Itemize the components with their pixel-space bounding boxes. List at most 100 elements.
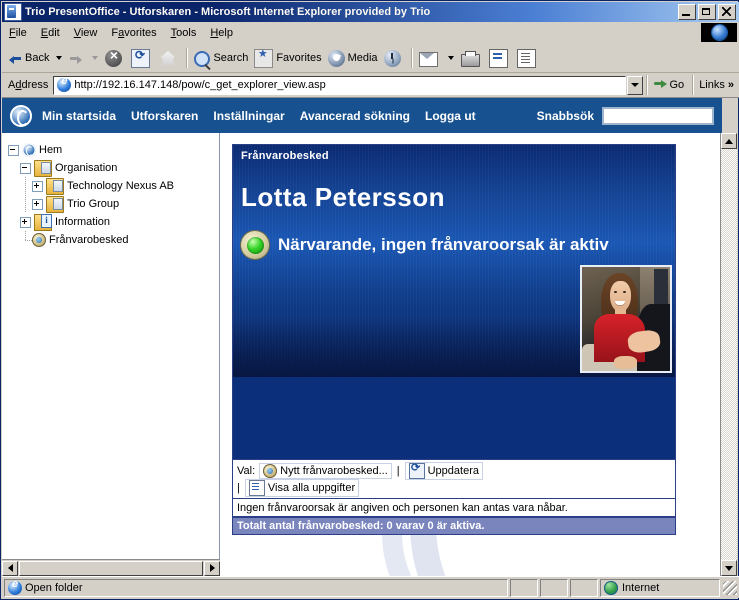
tree-node-franvarobesked[interactable]: Frånvarobesked — [8, 231, 219, 249]
mail-button[interactable] — [416, 46, 444, 70]
navigation-toolbar: Back Search Favorites Media — [2, 44, 739, 73]
history-button[interactable] — [381, 46, 407, 70]
folder-org-icon — [46, 177, 64, 195]
nav-item-utforskaren[interactable]: Utforskaren — [131, 109, 198, 123]
folder-info-icon — [34, 213, 52, 231]
expander-plus-icon[interactable] — [32, 180, 43, 192]
tree-node-label: Information — [55, 216, 111, 228]
expander-plus-icon[interactable] — [32, 198, 43, 210]
status-led-icon — [241, 231, 269, 259]
update-action[interactable]: Uppdatera — [404, 461, 483, 480]
new-absence-action[interactable]: Nytt frånvarobesked... — [259, 462, 392, 479]
window-controls — [678, 4, 739, 20]
minimize-button[interactable] — [678, 4, 696, 20]
go-button[interactable]: Go — [650, 75, 690, 96]
page-icon — [57, 75, 72, 92]
menu-item-file[interactable]: FFileile — [2, 25, 34, 41]
menu-bar: FFileile Edit View Favorites Tools Help — [2, 22, 739, 45]
tree-node-trio-group[interactable]: Trio Group — [8, 195, 219, 213]
security-zone-label: Internet — [622, 581, 660, 594]
forward-icon — [69, 53, 83, 64]
status-message-cell: Open folder — [4, 578, 508, 597]
tree-node-technology-nexus-ab[interactable]: Technology Nexus AB — [8, 177, 219, 195]
ie-brand-logo — [701, 23, 737, 42]
tree-horizontal-scrollbar[interactable] — [2, 559, 220, 576]
menu-item-tools[interactable]: Tools — [164, 25, 204, 41]
show-all-details-action[interactable]: Visa alla uppgifter — [244, 478, 360, 497]
explorer-tree-pane: Hem Organisation Technology Nexus AB Tri… — [2, 133, 220, 576]
details-icon — [248, 479, 265, 496]
tree-node-label: Trio Group — [67, 198, 120, 210]
back-label: Back — [25, 52, 50, 64]
tree-node-label: Frånvarobesked — [49, 234, 129, 246]
links-label: Links — [699, 79, 725, 91]
address-label: Address — [8, 79, 49, 91]
trio-logo-icon — [10, 104, 32, 127]
edit-button[interactable] — [486, 46, 514, 70]
menu-item-favorites[interactable]: Favorites — [104, 25, 163, 41]
search-button[interactable]: Search — [191, 46, 251, 70]
home-button[interactable] — [156, 46, 182, 70]
maximize-button[interactable] — [698, 4, 716, 20]
forward-dropdown-icon[interactable] — [92, 56, 99, 60]
stop-icon — [105, 47, 123, 67]
search-label: Search — [213, 52, 249, 64]
links-button[interactable]: Links » — [696, 79, 737, 91]
folder-org-icon — [46, 195, 64, 213]
folder-org-icon — [34, 159, 52, 177]
nav-item-installningar[interactable]: Inställningar — [213, 109, 284, 123]
nav-item-min-startsida[interactable]: Min startsida — [42, 109, 116, 123]
absence-info-text: Ingen frånvaroorsak är angiven och perso… — [232, 498, 676, 517]
back-button[interactable]: Back — [6, 46, 52, 70]
scroll-track[interactable] — [721, 149, 737, 560]
refresh-icon — [131, 48, 151, 68]
media-button[interactable]: Media — [325, 46, 381, 70]
mail-dropdown-icon[interactable] — [447, 56, 454, 60]
close-button[interactable] — [718, 4, 736, 20]
print-button[interactable] — [458, 46, 486, 70]
scroll-down-button[interactable] — [721, 560, 737, 576]
back-dropdown-icon[interactable] — [56, 56, 63, 60]
scroll-left-button[interactable] — [2, 560, 18, 576]
favorites-button[interactable]: Favorites — [251, 46, 324, 70]
address-url: http://192.16.147.148/pow/c_get_explorer… — [74, 79, 326, 91]
discuss-button[interactable] — [514, 46, 542, 70]
tree-node-label: Technology Nexus AB — [67, 180, 175, 192]
scroll-up-button[interactable] — [721, 133, 737, 149]
refresh-button[interactable] — [128, 46, 156, 70]
app-nav-bar: Min startsida Utforskaren Inställningar … — [2, 98, 722, 133]
menu-item-help[interactable]: Help — [203, 25, 240, 41]
edit-icon — [488, 48, 508, 68]
page-vertical-scrollbar[interactable] — [720, 133, 737, 576]
title-bar: Trio PresentOffice - Utforskaren - Micro… — [2, 2, 739, 22]
tree-node-information[interactable]: Information — [8, 213, 219, 231]
nav-item-logga-ut[interactable]: Logga ut — [425, 109, 476, 123]
quicksearch-input[interactable] — [602, 106, 714, 125]
expander-minus-icon[interactable] — [8, 144, 19, 156]
menu-item-view[interactable]: View — [67, 25, 105, 41]
scroll-right-button[interactable] — [204, 560, 220, 576]
browser-window: Trio PresentOffice - Utforskaren - Micro… — [0, 0, 739, 600]
person-photo — [580, 265, 672, 373]
home-globe-icon — [22, 143, 36, 157]
tree-guide-line — [20, 177, 32, 195]
menu-item-edit[interactable]: Edit — [34, 25, 67, 41]
security-zone-cell[interactable]: Internet — [600, 578, 720, 597]
scroll-thumb[interactable] — [19, 560, 203, 576]
stop-button[interactable] — [102, 46, 128, 70]
expander-plus-icon[interactable] — [20, 216, 31, 228]
media-icon — [327, 49, 345, 67]
resize-grip[interactable] — [723, 580, 737, 595]
tree-node-organisation[interactable]: Organisation — [8, 159, 219, 177]
tree-node-hem[interactable]: Hem — [8, 141, 219, 159]
new-absence-label: Nytt frånvarobesked... — [280, 464, 388, 477]
links-separator — [692, 75, 694, 95]
forward-button[interactable] — [66, 46, 88, 70]
action-separator-2: | — [237, 481, 240, 494]
nav-item-avancerad-sokning[interactable]: Avancerad sökning — [300, 109, 410, 123]
expander-minus-icon[interactable] — [20, 162, 31, 174]
address-input[interactable]: http://192.16.147.148/pow/c_get_explorer… — [53, 75, 626, 95]
page-content: Hem Organisation Technology Nexus AB Tri… — [2, 133, 722, 576]
toolbar-separator — [186, 48, 188, 68]
address-dropdown-button[interactable] — [626, 75, 643, 95]
